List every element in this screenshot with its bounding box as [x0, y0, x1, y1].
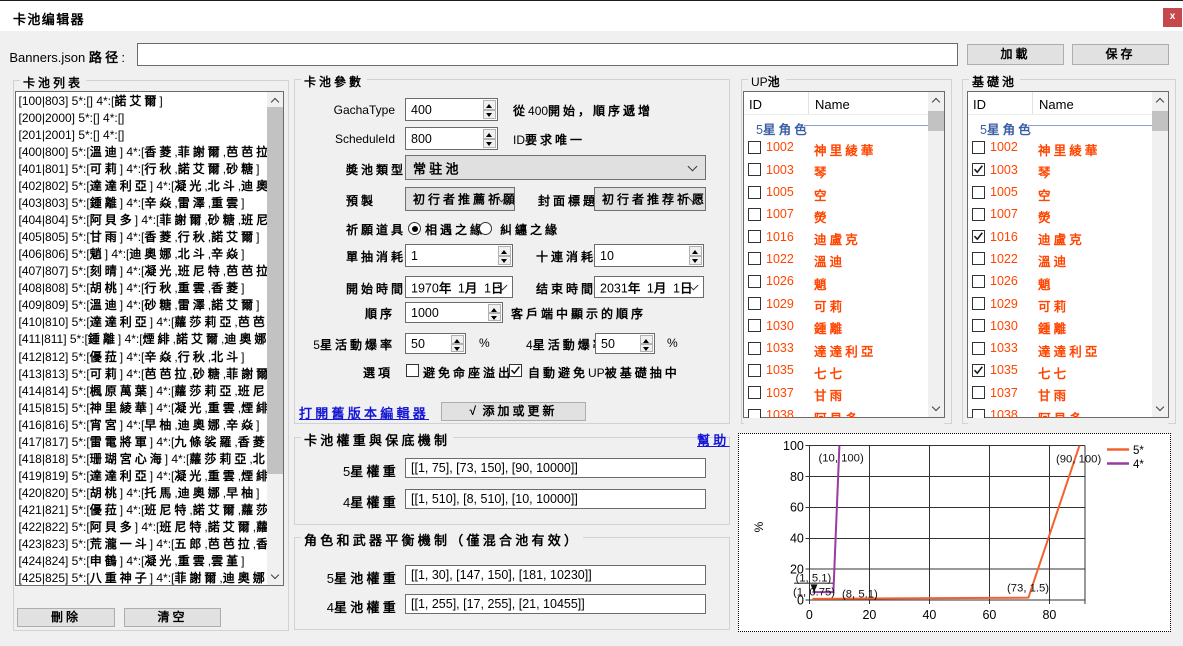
svg-text:%: %	[752, 521, 766, 532]
svg-text:(73, 1.5): (73, 1.5)	[1007, 583, 1049, 595]
svg-text:60: 60	[982, 608, 996, 622]
svg-text:60: 60	[790, 501, 804, 515]
svg-text:40: 40	[790, 532, 804, 546]
svg-text:100: 100	[783, 439, 804, 453]
svg-text:40: 40	[922, 608, 936, 622]
svg-text:4*: 4*	[1133, 459, 1144, 471]
svg-text:(90, 100): (90, 100)	[1056, 454, 1101, 466]
svg-text:20: 20	[862, 608, 876, 622]
svg-text:80: 80	[790, 470, 804, 484]
svg-text:(1, 5.1): (1, 5.1)	[796, 572, 832, 584]
svg-text:(8, 5.1): (8, 5.1)	[842, 589, 878, 601]
svg-text:80: 80	[1042, 608, 1056, 622]
svg-text:5*: 5*	[1133, 445, 1144, 457]
svg-text:(10, 100): (10, 100)	[819, 453, 864, 465]
svg-text:0: 0	[806, 608, 813, 622]
